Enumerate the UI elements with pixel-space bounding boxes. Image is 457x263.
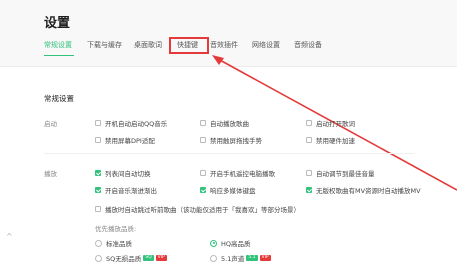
checkbox-skip-heard-songs[interactable]: 播放时自动跳过听前歌曲（该功能仅适用于「我喜欢」等部分场景）	[95, 204, 300, 214]
checkbox-disable-hw-accel[interactable]: 禁用硬件加速	[306, 135, 355, 145]
radio-icon	[95, 239, 102, 247]
vip-badge: VIP	[155, 255, 167, 261]
annotation-arrow	[212, 55, 457, 191]
checkbox-disable-dpi[interactable]: 禁用屏幕DPI适配	[95, 135, 155, 145]
checkbox-icon	[306, 120, 312, 126]
checkbox-list-auto-switch[interactable]: 列表间自动切换	[95, 168, 151, 178]
checkbox-icon	[306, 137, 312, 143]
checkbox-auto-volume[interactable]: 自动调节到最佳音量	[306, 168, 375, 178]
checkbox-auto-play[interactable]: 自动播放歌曲	[200, 118, 249, 128]
checkbox-icon	[200, 170, 206, 176]
chevron-up-icon[interactable]: ^	[6, 232, 13, 241]
section-title-general: 常规设置	[44, 94, 74, 103]
checkbox-icon	[200, 137, 206, 143]
row-label-playback: 播放	[44, 170, 57, 178]
checkbox-icon	[95, 120, 101, 126]
checkbox-icon	[95, 206, 101, 212]
checkbox-open-lyrics[interactable]: 启动打开歌词	[306, 118, 355, 128]
checkbox-icon	[200, 120, 206, 126]
quality-label: 优先播放品质:	[95, 225, 137, 233]
radio-standard-quality[interactable]: 标准品质	[95, 238, 132, 248]
checkbox-icon	[95, 137, 101, 143]
radio-icon	[95, 254, 102, 262]
checkbox-auto-play-mv[interactable]: 无版权歌曲有MV资源时自动播放MV	[306, 185, 421, 195]
checkbox-icon	[306, 170, 312, 176]
sq-badge: SQ	[143, 255, 154, 261]
checkbox-phone-remote[interactable]: 开启手机遥控电脑播歌	[200, 168, 275, 178]
radio-hq-quality[interactable]: HQ高品质	[210, 238, 251, 248]
vip-badge: VIP	[259, 255, 271, 261]
checkbox-checked-icon	[95, 187, 101, 193]
radio-selected-icon	[210, 239, 217, 247]
row-label-startup: 启动	[44, 120, 57, 128]
checkbox-media-keys[interactable]: 响应多媒体键盘	[200, 185, 256, 195]
radio-icon	[210, 254, 217, 262]
checkbox-checked-icon	[306, 187, 312, 193]
channel-badge: 5.1	[246, 255, 258, 261]
checkbox-disable-touch[interactable]: 禁用触屏拖拽手势	[200, 135, 262, 145]
checkbox-auto-launch[interactable]: 开机自动启动QQ音乐	[95, 118, 167, 128]
checkbox-checked-icon	[95, 170, 101, 176]
checkbox-checked-icon	[200, 187, 206, 193]
row-divider	[44, 153, 414, 154]
checkbox-fade-in-out[interactable]: 开启音乐渐进渐出	[95, 185, 157, 195]
